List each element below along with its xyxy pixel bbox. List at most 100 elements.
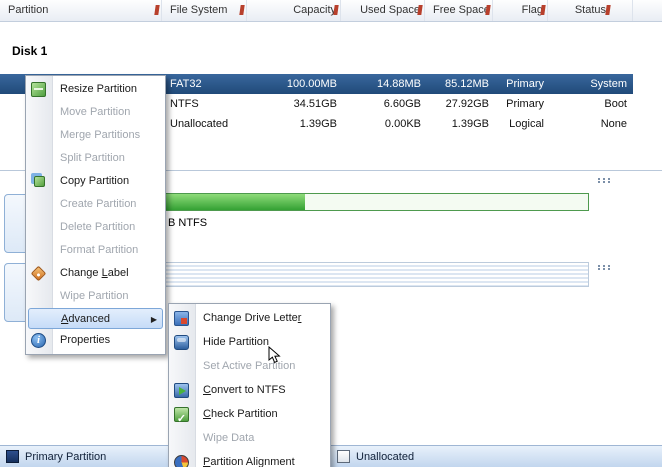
context-menu: Resize Partition Move Partition Merge Pa… xyxy=(25,75,166,355)
menu-item-label: Split Partition xyxy=(60,152,125,164)
legend-unallocated: Unallocated xyxy=(337,450,414,463)
menu-item-label: Move Partition xyxy=(60,106,131,118)
menu-item-label: Create Partition xyxy=(60,198,137,210)
cell-file-system: Unallocated xyxy=(170,118,229,130)
row-grip-dots-icon xyxy=(598,265,600,267)
column-header-free-space[interactable]: Free Space xyxy=(425,0,493,21)
menu-item-resize-partition[interactable]: Resize Partition xyxy=(26,78,165,101)
properties-icon xyxy=(31,333,46,348)
cell-free-space: 85.12MB xyxy=(444,78,489,90)
menu-item-label: Convert to NTFS xyxy=(203,384,286,396)
column-header-capacity[interactable]: Capacity xyxy=(247,0,341,21)
menu-item-delete-partition: Delete Partition xyxy=(26,216,165,239)
partition-manager-window: Partition File System Capacity Used Spac… xyxy=(0,0,662,467)
change-drive-letter-icon xyxy=(174,311,189,326)
menu-item-format-partition: Format Partition xyxy=(26,239,165,262)
menu-item-change-label[interactable]: Change Label xyxy=(26,262,165,285)
menu-item-properties[interactable]: Properties xyxy=(26,329,165,352)
cell-flag: Primary xyxy=(506,98,544,110)
column-sort-mark-icon xyxy=(333,5,339,15)
advanced-submenu: Change Drive Letter Hide Partition Set A… xyxy=(168,303,331,467)
cell-used-space: 6.60GB xyxy=(383,98,421,110)
column-sort-mark-icon xyxy=(417,5,423,15)
resize-partition-icon xyxy=(31,82,46,97)
partition-alignment-icon xyxy=(174,455,189,467)
column-sort-mark-icon xyxy=(540,5,546,15)
legend-status-bar: Primary Partition Unallocated xyxy=(0,445,662,467)
cell-status: Boot xyxy=(604,98,627,110)
menu-item-label: Properties xyxy=(60,334,111,346)
column-header-flag[interactable]: Flag xyxy=(493,0,548,21)
menu-item-label: Delete Partition xyxy=(60,221,136,233)
menu-item-move-partition: Move Partition xyxy=(26,101,165,124)
cell-file-system: FAT32 xyxy=(170,78,202,90)
submenu-item-check-partition[interactable]: Check Partition xyxy=(169,402,330,431)
column-header-used-space[interactable]: Used Space xyxy=(341,0,425,21)
column-sort-mark-icon xyxy=(239,5,245,15)
menu-item-create-partition: Create Partition xyxy=(26,193,165,216)
legend-primary-partition: Primary Partition xyxy=(6,450,106,463)
copy-partition-icon xyxy=(34,176,45,187)
convert-to-ntfs-icon xyxy=(174,383,189,398)
column-header-label: Capacity xyxy=(293,4,336,16)
menu-item-label: Wipe Partition xyxy=(60,290,129,302)
menu-item-label: Merge Partitions xyxy=(60,129,141,141)
disk-group-label: Disk 1 xyxy=(12,44,48,58)
column-sort-mark-icon xyxy=(605,5,611,15)
menu-item-label: Partition Alignment xyxy=(203,456,295,467)
menu-item-advanced[interactable]: Advanced ▶ xyxy=(28,308,163,329)
cell-flag: Primary xyxy=(506,78,544,90)
column-header-file-system[interactable]: File System xyxy=(162,0,247,21)
menu-item-label: Hide Partition xyxy=(203,336,270,348)
unallocated-color-swatch xyxy=(337,450,350,463)
menu-item-merge-partitions: Merge Partitions xyxy=(26,124,165,147)
column-sort-mark-icon xyxy=(154,5,160,15)
cell-free-space: 27.92GB xyxy=(445,98,489,110)
check-partition-icon xyxy=(174,407,189,431)
cell-status: None xyxy=(600,118,627,130)
cell-file-system: NTFS xyxy=(170,98,199,110)
menu-item-split-partition: Split Partition xyxy=(26,147,165,170)
submenu-item-hide-partition[interactable]: Hide Partition xyxy=(169,330,330,354)
menu-item-label: Resize Partition xyxy=(60,83,138,95)
column-header-label: Used Space xyxy=(360,4,420,16)
change-label-icon xyxy=(30,265,47,282)
cell-used-space: 14.88MB xyxy=(376,78,421,90)
menu-item-label: Change Label xyxy=(60,267,129,279)
row-grip-dots-icon xyxy=(598,178,600,180)
submenu-item-set-active-partition: Set Active Partition xyxy=(169,354,330,378)
table-header: Partition File System Capacity Used Spac… xyxy=(0,0,662,22)
cell-used-space: 0.00KB xyxy=(384,118,421,130)
cell-flag: Logical xyxy=(509,118,544,130)
column-header-label: File System xyxy=(170,4,228,16)
column-header-label: Free Space xyxy=(433,4,490,16)
partition-bar-label: B NTFS xyxy=(168,217,208,229)
menu-item-label: Advanced xyxy=(61,313,110,325)
column-header-status[interactable]: Status xyxy=(548,0,633,21)
legend-label: Unallocated xyxy=(356,450,415,463)
menu-item-label: Change Drive Letter xyxy=(203,312,302,324)
submenu-item-convert-to-ntfs[interactable]: Convert to NTFS xyxy=(169,378,330,402)
submenu-item-partition-alignment[interactable]: Partition Alignment xyxy=(169,450,330,467)
menu-item-label: Copy Partition xyxy=(60,175,130,187)
column-header-label: Partition xyxy=(8,4,49,16)
submenu-item-change-drive-letter[interactable]: Change Drive Letter xyxy=(169,306,330,330)
column-sort-mark-icon xyxy=(485,5,491,15)
column-header-label: Status xyxy=(574,4,606,16)
menu-item-copy-partition[interactable]: Copy Partition xyxy=(26,170,165,193)
cell-free-space: 1.39GB xyxy=(451,118,489,130)
primary-partition-color-swatch xyxy=(6,450,19,463)
cell-status: System xyxy=(590,78,627,90)
menu-item-wipe-partition: Wipe Partition xyxy=(26,285,165,308)
legend-label: Primary Partition xyxy=(25,450,107,463)
menu-item-label: Check Partition xyxy=(203,408,278,420)
hide-partition-icon xyxy=(174,335,189,350)
submenu-arrow-icon: ▶ xyxy=(150,315,157,324)
menu-item-label: Format Partition xyxy=(60,244,139,256)
menu-item-label: Wipe Data xyxy=(203,432,255,444)
column-header-partition[interactable]: Partition xyxy=(0,0,162,21)
cell-capacity: 1.39GB xyxy=(299,118,337,130)
cell-capacity: 100.00MB xyxy=(286,78,337,90)
mouse-cursor-icon xyxy=(268,345,284,367)
cell-capacity: 34.51GB xyxy=(293,98,337,110)
